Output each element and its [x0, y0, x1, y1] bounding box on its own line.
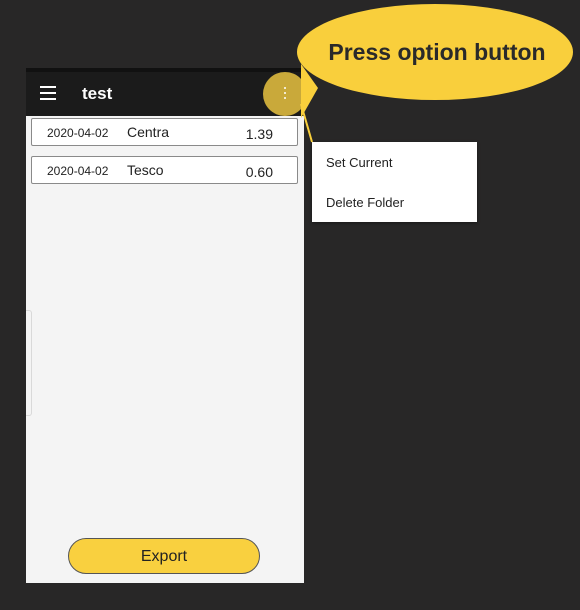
callout-text: Press option button: [328, 39, 546, 65]
tutorial-screen: test 2020-04-02 Centra 1.39 2020-04-02 T…: [0, 0, 580, 610]
callout-graphic: [297, 4, 573, 143]
